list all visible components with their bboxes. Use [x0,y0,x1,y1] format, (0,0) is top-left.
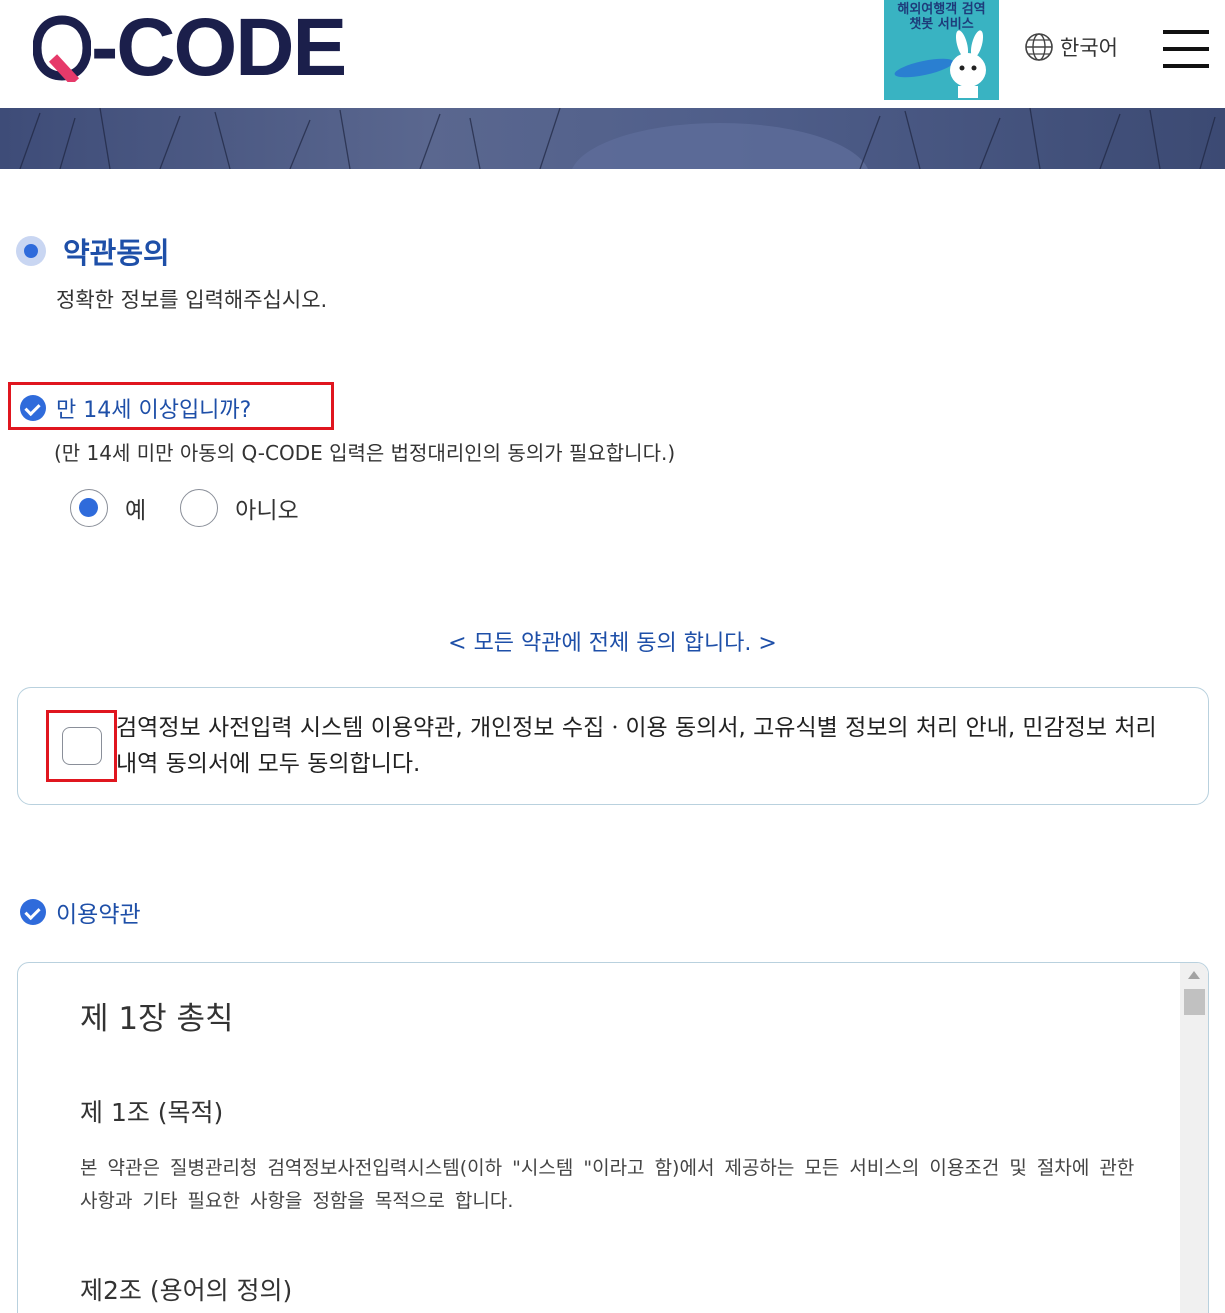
terms-chapter-heading: 제 1장 총칙 [80,1001,234,1037]
q-logo-icon [33,15,91,82]
age-question-label: 만 14세 이상입니까? [56,398,252,423]
section-title: 약관동의 [63,236,170,270]
logo-text: -CODE [91,2,347,93]
terms-article2-title: 제2조 (용어의 정의) [80,1276,293,1305]
section-bullet-icon [16,236,46,266]
check-circle-icon [20,395,46,421]
terms-scroll-box[interactable]: 제 1장 총칙 제 1조 (목적) 본 약관은 질병관리청 검역정보사전입력시스… [17,962,1209,1313]
section-header: 약관동의 [16,230,170,272]
language-label: 한국어 [1060,36,1118,60]
site-header: -CODE 해외여행객 검역 챗봇 서비스 한국어 [0,0,1225,108]
radio-no[interactable] [180,489,219,527]
terms-scrollbar[interactable] [1180,963,1208,1313]
terms-header-row: 이용약관 [20,895,141,929]
terms-title: 이용약관 [56,902,141,928]
language-selector[interactable]: 한국어 [1024,32,1118,62]
check-circle-icon [20,899,46,925]
age-question-row: 만 14세 이상입니까? [20,392,251,424]
scrollbar-thumb[interactable] [1184,989,1205,1015]
terms-article1-title: 제 1조 (목적) [80,1098,224,1127]
agree-all-text[interactable]: 검역정보 사전입력 시스템 이용약관, 개인정보 수집ㆍ이용 동의서, 고유식별… [116,710,1176,782]
radio-yes-label[interactable]: 예 [125,491,146,525]
chatbot-banner[interactable]: 해외여행객 검역 챗봇 서비스 [884,0,999,100]
reed-field-decoration [19,108,1216,169]
age-question-note: (만 14세 미만 아동의 Q-CODE 입력은 법정대리인의 동의가 필요합니… [54,441,676,465]
scroll-up-arrow-icon[interactable] [1188,971,1200,979]
agree-all-title: < 모든 약관에 전체 동의 합니다. > [448,631,777,656]
hamburger-menu-icon[interactable] [1163,30,1209,68]
rabbit-mascot-icon [894,30,986,98]
globe-icon [1025,33,1053,61]
age-radio-group: 예 아니오 [70,489,333,527]
hero-banner-image [0,108,1225,169]
radio-no-label[interactable]: 아니오 [235,491,298,525]
terms-article1-body: 본 약관은 질병관리청 검역정보사전입력시스템(이하 "시스템 "이라고 함)에… [80,1157,1135,1212]
radio-yes[interactable] [70,489,108,527]
q-code-logo[interactable]: -CODE [33,2,347,93]
highlight-box-agree-checkbox [46,710,117,782]
section-subtitle: 정확한 정보를 입력해주십시오. [56,288,328,312]
